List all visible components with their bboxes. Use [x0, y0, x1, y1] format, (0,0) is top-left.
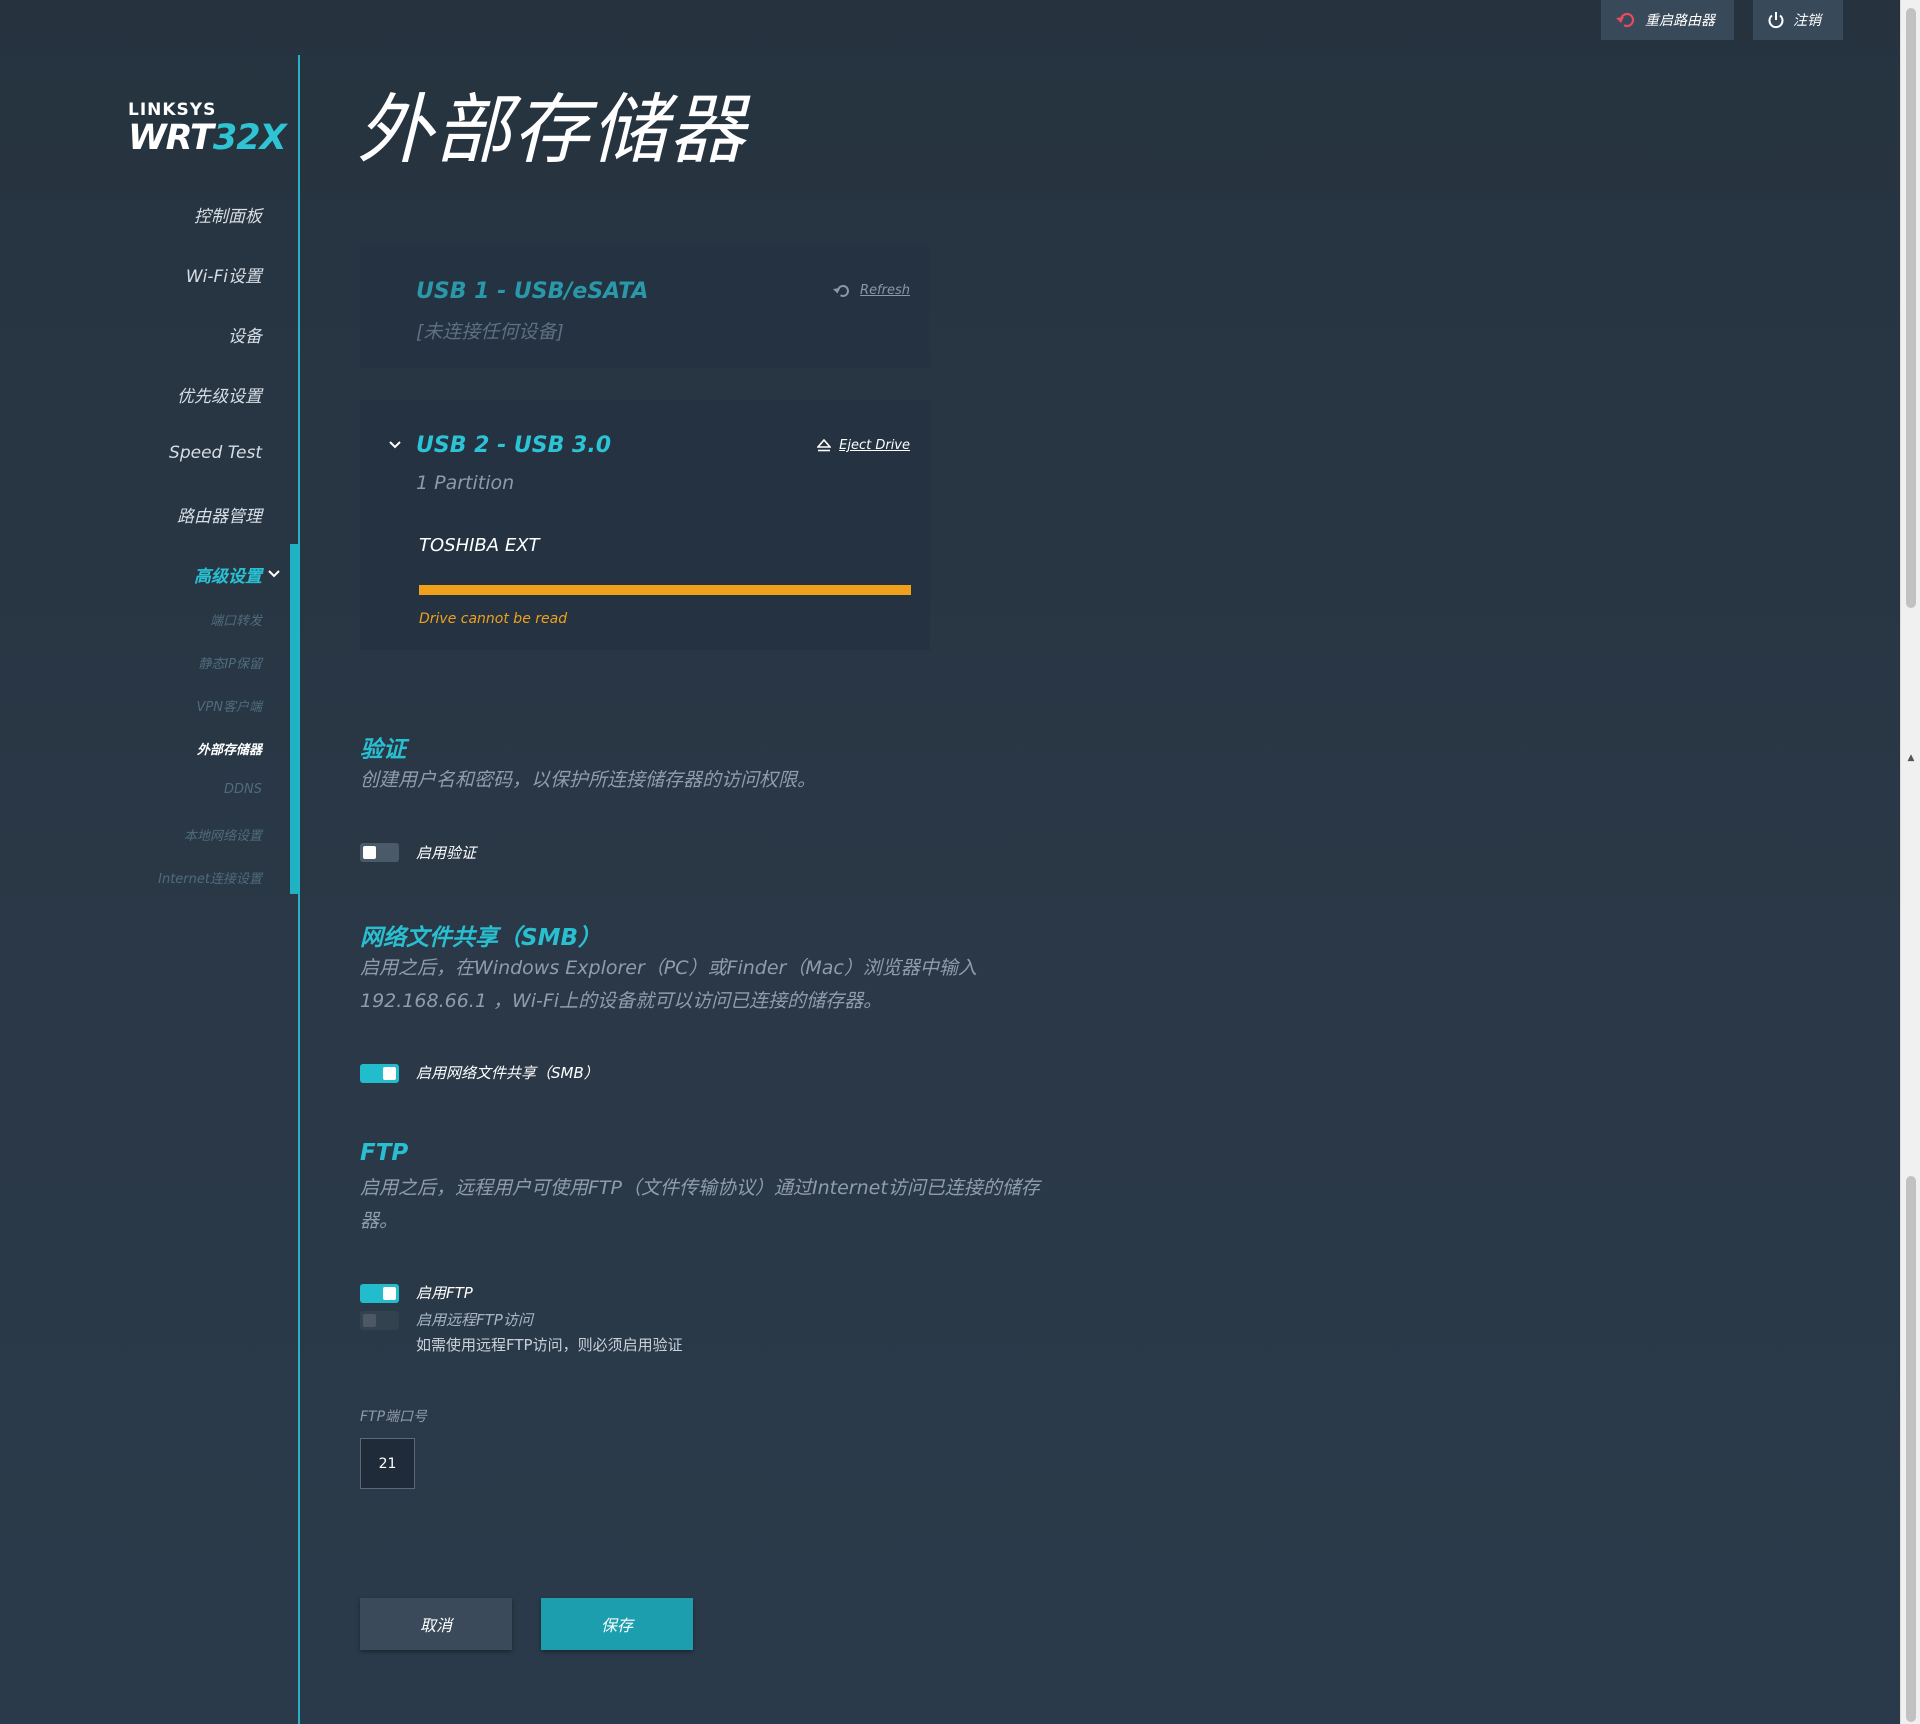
reboot-router-label: 重启路由器: [1645, 13, 1715, 29]
drive-status-bar: [419, 585, 911, 595]
smb-toggle[interactable]: [360, 1064, 399, 1083]
usb1-card: USB 1 - USB/eSATA [未连接任何设备] Refresh: [360, 245, 930, 368]
drive-name: TOSHIBA EXT: [419, 535, 540, 556]
usb1-status: [未连接任何设备]: [416, 321, 564, 343]
auth-toggle-label: 启用验证: [416, 844, 477, 862]
ftp-toggle-label: 启用FTP: [416, 1284, 473, 1302]
remote-ftp-hint: 如需使用远程FTP访问，则必须启用验证: [416, 1336, 683, 1354]
ftp-description-line-2: 器。: [360, 1210, 399, 1232]
sidebar-subitem-local-network[interactable]: 本地网络设置: [0, 825, 262, 844]
auth-section-title: 验证: [360, 737, 406, 763]
toggle-knob: [383, 1287, 396, 1300]
usb1-title: USB 1 - USB/eSATA: [416, 279, 649, 304]
page-title: 外部存储器: [357, 85, 747, 174]
eject-icon: [817, 439, 832, 452]
drive-status-text: Drive cannot be read: [419, 611, 568, 627]
logo-model: WRT32X: [128, 118, 287, 158]
sidebar-item-devices[interactable]: 设备: [0, 322, 262, 347]
smb-section-description: 启用之后，在Windows Explorer（PC）或Finder（Mac）浏览…: [360, 952, 1080, 1018]
refresh-link[interactable]: Refresh: [832, 283, 910, 298]
ftp-port-input[interactable]: [360, 1438, 415, 1489]
smb-section-title: 网络文件共享（SMB）: [360, 925, 601, 951]
refresh-icon: [833, 284, 850, 297]
save-button[interactable]: 保存: [541, 1598, 693, 1650]
sidebar-item-advanced-settings[interactable]: 高级设置: [0, 562, 262, 587]
logout-label: 注销: [1793, 13, 1821, 29]
sidebar-item-speed-test[interactable]: Speed Test: [0, 443, 262, 463]
sidebar-item-router-admin[interactable]: 路由器管理: [0, 502, 262, 527]
ftp-section-description: 启用之后，远程用户可使用FTP（文件传输协议）通过Internet访问已连接的储…: [360, 1172, 1080, 1238]
toggle-knob: [363, 1314, 376, 1327]
refresh-label: Refresh: [860, 283, 910, 298]
chevron-down-icon[interactable]: [266, 566, 282, 582]
ftp-section-title: FTP: [360, 1140, 409, 1166]
scrollbar-track-segment: [1906, 1176, 1916, 1722]
logo-brand: LINKSYS: [128, 100, 217, 120]
remote-ftp-toggle[interactable]: [360, 1311, 399, 1330]
sidebar-item-dashboard[interactable]: 控制面板: [0, 202, 262, 227]
reboot-icon: [1616, 12, 1635, 28]
router-admin-page: 重启路由器 注销 LINKSYS WRT32X 控制面板 Wi-Fi设置 设备 …: [0, 0, 1900, 1724]
sidebar-item-priority-settings[interactable]: 优先级设置: [0, 382, 262, 407]
remote-ftp-toggle-label: 启用远程FTP访问: [416, 1311, 533, 1329]
chevron-down-icon[interactable]: [387, 437, 403, 453]
usb2-card: USB 2 - USB 3.0 1 Partition Eject Drive …: [360, 400, 930, 650]
cancel-button[interactable]: 取消: [360, 1598, 512, 1650]
ftp-description-line-1: 启用之后，远程用户可使用FTP（文件传输协议）通过Internet访问已连接的储…: [360, 1177, 1040, 1199]
logo-model-prefix: WRT: [128, 118, 214, 158]
sidebar-subitem-port-forwarding[interactable]: 端口转发: [0, 610, 262, 629]
eject-drive-label: Eject Drive: [839, 438, 910, 453]
auth-toggle[interactable]: [360, 843, 399, 862]
ftp-port-label: FTP端口号: [360, 1409, 428, 1425]
logo-model-suffix: 32X: [212, 118, 287, 158]
smb-description-line-2: 192.168.66.1 ，Wi-Fi上的设备就可以访问已连接的储存器。: [360, 990, 883, 1012]
scroll-up-arrow-icon[interactable]: ▲: [1906, 753, 1916, 763]
smb-toggle-label: 启用网络文件共享（SMB）: [416, 1064, 599, 1082]
toggle-knob: [363, 846, 376, 859]
auth-section-description: 创建用户名和密码，以保护所连接储存器的访问权限。: [360, 769, 817, 791]
eject-drive-link[interactable]: Eject Drive: [817, 438, 910, 453]
usb2-partitions: 1 Partition: [416, 472, 515, 494]
power-icon: [1768, 12, 1784, 29]
ftp-toggle[interactable]: [360, 1284, 399, 1303]
sidebar-subitem-external-storage[interactable]: 外部存储器: [0, 739, 262, 758]
sidebar-subitem-static-ip[interactable]: 静态IP保留: [0, 653, 262, 672]
smb-description-line-1: 启用之后，在Windows Explorer（PC）或Finder（Mac）浏览…: [360, 957, 977, 979]
reboot-router-button[interactable]: 重启路由器: [1601, 0, 1734, 40]
sidebar-subitem-vpn-client[interactable]: VPN客户端: [0, 696, 262, 715]
usb2-title: USB 2 - USB 3.0: [416, 433, 612, 458]
sidebar-subitem-ddns[interactable]: DDNS: [0, 782, 262, 797]
linksys-logo: LINKSYS WRT32X: [128, 100, 287, 160]
toggle-knob: [383, 1067, 396, 1080]
sidebar-active-indicator: [290, 544, 298, 894]
scrollbar-thumb[interactable]: [1906, 8, 1916, 608]
logout-button[interactable]: 注销: [1753, 0, 1843, 40]
sidebar-subitem-internet-connection[interactable]: Internet连接设置: [0, 868, 262, 887]
sidebar-item-wifi-settings[interactable]: Wi-Fi设置: [0, 262, 262, 287]
page-scrollbar[interactable]: ▲: [1900, 0, 1920, 1724]
sidebar-divider: [298, 55, 300, 1724]
